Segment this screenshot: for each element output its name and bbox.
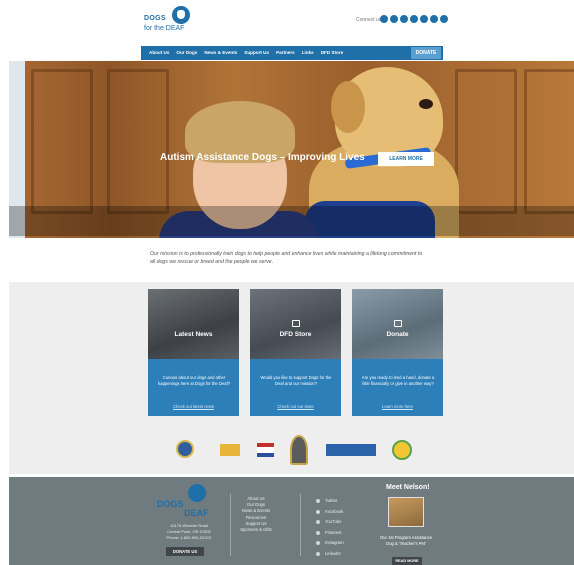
paw-logo-icon <box>172 6 190 24</box>
site-footer <box>9 477 574 565</box>
card-latest-news[interactable]: Latest News Curious about our dogs and o… <box>148 289 239 416</box>
footer-logo-text-dogs[interactable]: DOGS <box>157 499 184 509</box>
phone-line: Phone: 1-800-990-DOGS <box>166 535 212 540</box>
mission-statement: Our mission is to professionally train d… <box>150 251 423 265</box>
pinterest-icon[interactable] <box>410 15 418 23</box>
linkedin-icon <box>316 551 320 556</box>
dog-nose <box>419 99 433 109</box>
certification-seal-badge[interactable] <box>392 440 412 460</box>
gift-icon <box>394 320 402 327</box>
cart-icon <box>292 320 300 327</box>
footer-address: 10175 Wheeler Road Central Point, OR 975… <box>158 523 220 541</box>
footer-logo-text-deaf[interactable]: DEAF <box>184 508 209 518</box>
rating-medal-badge[interactable] <box>290 435 308 465</box>
footer-social-list: Twitter Facebook YouTube Pinterest Insta… <box>316 496 344 559</box>
social-label: Facebook <box>325 508 344 514</box>
pinterest-icon <box>316 530 320 535</box>
footer-divider <box>300 494 301 556</box>
connect-label: Connect us <box>356 17 382 23</box>
card-link[interactable]: Check out latest news <box>148 404 239 409</box>
nav-item-partners[interactable]: Partners <box>276 50 295 55</box>
hero-caption-band <box>9 206 574 236</box>
door-panel <box>31 69 93 214</box>
social-label: Twitter <box>325 498 338 503</box>
nav-item-support-us[interactable]: Support Us <box>244 50 269 55</box>
nav-donate-button[interactable]: DONATE <box>411 47 441 59</box>
accreditation-seal-badge[interactable] <box>176 440 194 458</box>
card-donate[interactable]: Donate Are you ready to lend a hand, don… <box>352 289 443 416</box>
footer-donate-button[interactable]: DONATE US <box>166 547 204 556</box>
card-link[interactable]: Learn more here <box>352 404 443 409</box>
footer-social-youtube[interactable]: YouTube <box>316 517 344 528</box>
nav-item-news-events[interactable]: News & Events <box>204 50 237 55</box>
footer-social-linkedin[interactable]: LinkedIn <box>316 549 344 560</box>
instagram-icon <box>316 541 320 546</box>
charity-flag-badge[interactable] <box>257 443 274 457</box>
social-label: Instagram <box>325 540 344 545</box>
header-social-icons <box>380 15 448 23</box>
facebook-icon <box>316 509 320 514</box>
youtube-icon <box>316 520 320 525</box>
learn-more-button[interactable]: LEARN MORE <box>378 152 434 166</box>
footer-divider <box>230 494 231 556</box>
card-link[interactable]: Check out our store <box>250 404 341 409</box>
youtube-icon[interactable] <box>400 15 408 23</box>
card-text: Are you ready to lend a hand, donate a l… <box>361 375 435 386</box>
logo-text-for-the-deaf: for the DEAF <box>144 25 185 32</box>
card-text: Would you like to support Dogs for the D… <box>260 375 332 386</box>
door-panel <box>455 69 517 214</box>
meet-nelson-text: Our 1st Program Assistance Dog & 'Teache… <box>379 535 433 546</box>
card-title: Latest News <box>174 331 213 338</box>
instagram-icon[interactable] <box>420 15 428 23</box>
logo-text-dogs: DOGS <box>144 15 166 22</box>
footer-social-pinterest[interactable]: Pinterest <box>316 528 344 539</box>
footer-links: About Us Our Dogs News & Events Resource… <box>234 496 278 533</box>
latest-news-image <box>148 289 239 359</box>
partner-logo-badge[interactable] <box>220 444 240 456</box>
hero-banner <box>9 61 574 238</box>
social-label: YouTube <box>325 519 342 524</box>
read-more-button[interactable]: READ MORE <box>392 557 422 565</box>
guidestar-badge[interactable] <box>326 444 376 456</box>
footer-link-sponsors[interactable]: Sponsors & Gifts <box>234 527 278 533</box>
twitter-icon <box>316 499 320 504</box>
social-label: Pinterest <box>325 529 342 535</box>
email-icon[interactable] <box>440 15 448 23</box>
door-panel <box>524 69 574 214</box>
footer-social-instagram[interactable]: Instagram <box>316 538 344 549</box>
nelson-photo[interactable] <box>388 497 424 527</box>
nav-item-links[interactable]: Links <box>302 50 314 55</box>
twitter-icon[interactable] <box>380 15 388 23</box>
footer-social-facebook[interactable]: Facebook <box>316 507 344 518</box>
card-dfd-store[interactable]: DFD Store Would you like to support Dogs… <box>250 289 341 416</box>
main-nav: About Us Our Dogs News & Events Support … <box>141 46 443 60</box>
social-label: LinkedIn <box>325 550 341 556</box>
site-logo[interactable]: DOGS for the DEAF <box>140 6 200 38</box>
meet-nelson-title: Meet Nelson! <box>386 484 430 491</box>
linkedin-icon[interactable] <box>430 15 438 23</box>
card-text: Curious about our dogs and other happeni… <box>157 375 231 386</box>
footer-paw-logo-icon <box>188 484 206 502</box>
hero-title: Autism Assistance Dogs – Improving Lives <box>160 152 365 163</box>
site-header: DOGS for the DEAF Connect us <box>0 0 574 44</box>
footer-social-twitter[interactable]: Twitter <box>316 496 344 507</box>
nav-item-dfd-store[interactable]: DFD Store <box>321 50 343 55</box>
nav-item-about-us[interactable]: About Us <box>149 50 169 55</box>
nav-item-our-dogs[interactable]: Our Dogs <box>176 50 197 55</box>
dog-ear <box>331 81 365 133</box>
facebook-icon[interactable] <box>390 15 398 23</box>
card-title: Donate <box>386 331 409 338</box>
door-panel <box>107 69 169 214</box>
card-title: DFD Store <box>279 331 312 338</box>
